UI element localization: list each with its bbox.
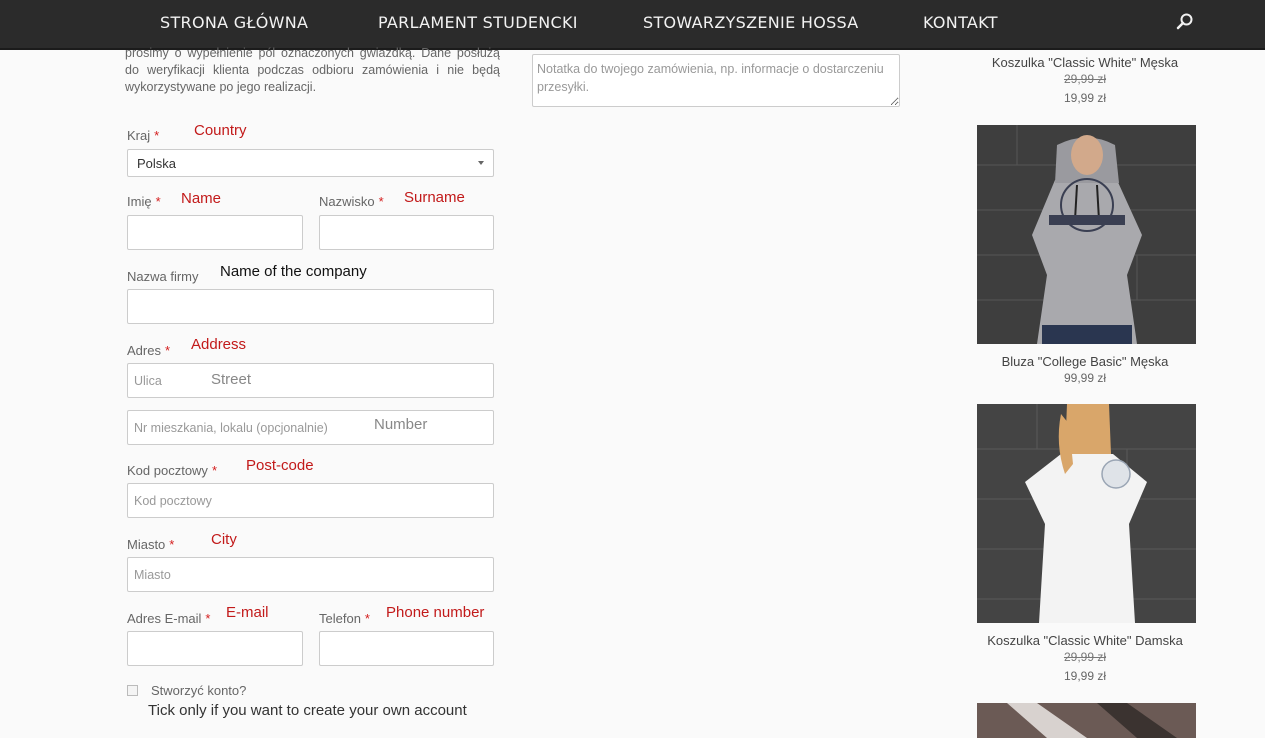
country-select[interactable]: Polska xyxy=(127,149,494,177)
country-select-value: Polska xyxy=(137,156,177,171)
nav-contact[interactable]: KONTAKT xyxy=(923,13,998,32)
street-input[interactable] xyxy=(127,363,494,398)
first-name-input[interactable] xyxy=(127,215,303,250)
required-mark: * xyxy=(378,194,384,209)
first-name-label: Imię * xyxy=(127,194,161,209)
company-label: Nazwa firmy xyxy=(127,269,199,284)
last-name-input[interactable] xyxy=(319,215,494,250)
number-annotation: Number xyxy=(374,416,428,433)
required-mark: * xyxy=(364,611,370,626)
country-annotation: Country xyxy=(194,122,247,139)
product-image-hoodie[interactable] xyxy=(977,125,1196,344)
top-navigation: STRONA GŁÓWNA PARLAMENT STUDENCKI STOWAR… xyxy=(0,0,1265,50)
email-annotation: E-mail xyxy=(226,604,269,621)
required-mark: * xyxy=(211,463,217,478)
required-mark: * xyxy=(155,194,161,209)
required-mark: * xyxy=(154,128,160,143)
create-account-annotation: Tick only if you want to create your own… xyxy=(148,702,467,719)
product-title[interactable]: Koszulka "Classic White" Damska xyxy=(970,633,1200,648)
last-name-annotation: Surname xyxy=(404,189,465,206)
product-price: 99,99 zł xyxy=(1063,371,1107,385)
last-name-label: Nazwisko * xyxy=(319,194,384,209)
apartment-number-input[interactable] xyxy=(127,410,494,445)
phone-annotation: Phone number xyxy=(386,604,485,621)
form-intro-text: prosimy o wypełnienie pól oznaczonych gw… xyxy=(125,46,500,94)
postcode-annotation: Post-code xyxy=(246,457,314,474)
nav-student-parliament[interactable]: PARLAMENT STUDENCKI xyxy=(378,13,578,32)
product-title[interactable]: Koszulka "Classic White" Męska xyxy=(970,55,1200,70)
first-name-annotation: Name xyxy=(181,190,222,207)
chevron-down-icon xyxy=(478,161,484,165)
create-account-label: Stworzyć konto? xyxy=(151,683,247,698)
postcode-input[interactable] xyxy=(127,483,494,518)
address-annotation: Address xyxy=(191,336,247,353)
required-mark: * xyxy=(169,537,175,552)
required-mark: * xyxy=(164,343,171,358)
city-annotation: City xyxy=(211,531,237,548)
product-image-partial[interactable] xyxy=(977,703,1196,738)
phone-input[interactable] xyxy=(319,631,494,666)
product-old-price: 29,99 zł xyxy=(1063,72,1107,86)
nav-hossa-association[interactable]: STOWARZYSZENIE HOSSA xyxy=(643,13,859,32)
product-image-tshirt-women[interactable] xyxy=(977,404,1196,623)
address-label: Adres * xyxy=(127,343,171,358)
required-mark: * xyxy=(205,611,211,626)
company-annotation: Name of the company xyxy=(220,263,367,280)
search-icon[interactable] xyxy=(1173,10,1197,34)
phone-label: Telefon * xyxy=(319,611,370,626)
email-label: Adres E-mail * xyxy=(127,611,211,626)
product-old-price: 29,99 zł xyxy=(1063,650,1107,664)
product-price: 19,99 zł xyxy=(1063,91,1107,105)
company-input[interactable] xyxy=(127,289,494,324)
city-label: Miasto * xyxy=(127,537,175,552)
order-notes-textarea[interactable] xyxy=(532,54,900,107)
postcode-label: Kod pocztowy * xyxy=(127,463,217,478)
street-annotation: Street xyxy=(211,371,252,388)
product-title[interactable]: Bluza "College Basic" Męska xyxy=(970,354,1200,369)
email-input[interactable] xyxy=(127,631,303,666)
nav-home[interactable]: STRONA GŁÓWNA xyxy=(160,13,308,32)
product-price: 19,99 zł xyxy=(1063,669,1107,683)
city-input[interactable] xyxy=(127,557,494,592)
country-label: Kraj * xyxy=(127,128,160,143)
create-account-checkbox[interactable] xyxy=(127,685,138,696)
